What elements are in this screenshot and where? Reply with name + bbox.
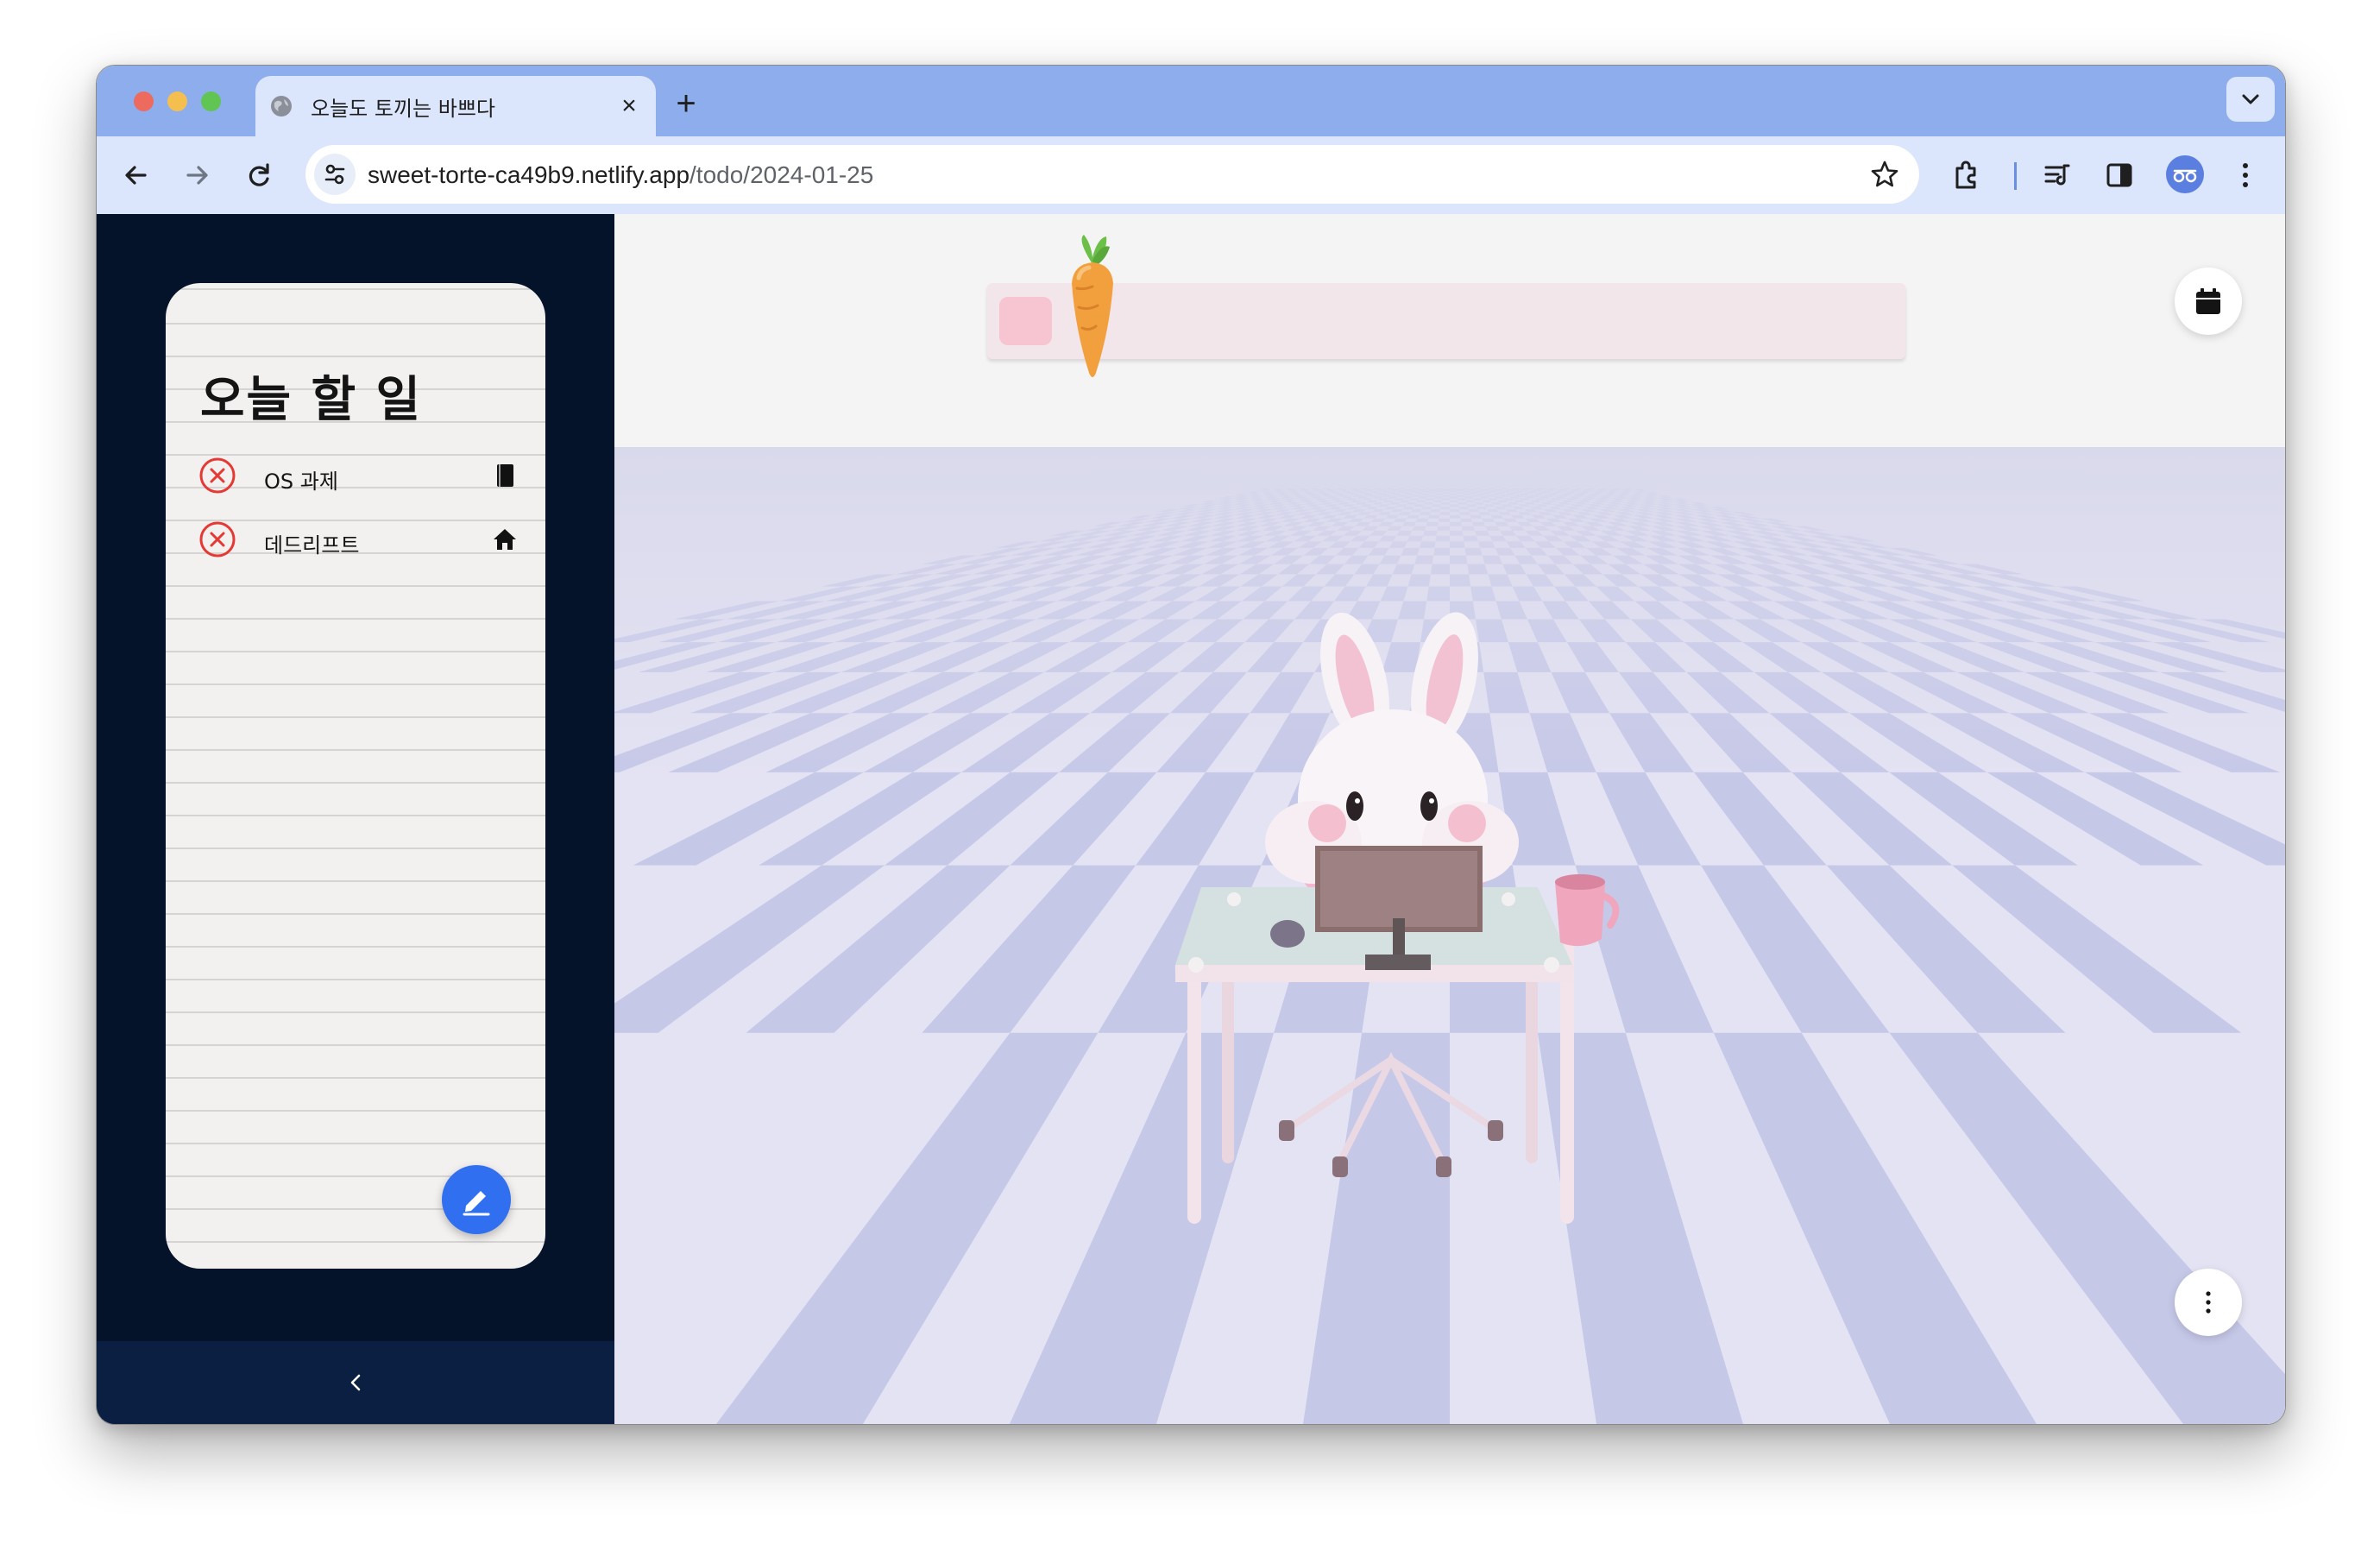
calendar-button[interactable] bbox=[2175, 268, 2242, 335]
x-circle-icon[interactable] bbox=[198, 457, 236, 495]
more-options-button[interactable] bbox=[2175, 1269, 2242, 1336]
address-bar[interactable]: sweet-torte-ca49b9.netlify.app/todo/2024… bbox=[305, 145, 1919, 204]
room-scene[interactable] bbox=[614, 214, 2285, 1424]
calendar-icon bbox=[2196, 288, 2220, 314]
back-icon[interactable] bbox=[114, 153, 159, 198]
forward-icon[interactable] bbox=[174, 153, 219, 198]
side-panel-icon[interactable] bbox=[2097, 153, 2142, 198]
collapse-sidebar-button[interactable] bbox=[338, 1365, 373, 1400]
todo-label: OS 과제 bbox=[264, 469, 338, 494]
url-text: sweet-torte-ca49b9.netlify.app/todo/2024… bbox=[368, 161, 873, 189]
book-icon bbox=[497, 464, 513, 487]
close-window-button[interactable] bbox=[134, 91, 154, 111]
active-tab[interactable]: 오늘도 토끼는 바쁘다 × bbox=[255, 76, 656, 136]
carrot-icon bbox=[1072, 235, 1113, 377]
tab-close-button[interactable]: × bbox=[616, 93, 642, 119]
progress-fill bbox=[999, 297, 1052, 345]
home-icon bbox=[494, 529, 516, 550]
bunny-desk-illustration bbox=[1174, 612, 1620, 1224]
mug bbox=[1555, 874, 1620, 947]
progress-bar bbox=[987, 235, 1905, 377]
reload-icon[interactable] bbox=[236, 153, 281, 198]
maximize-window-button[interactable] bbox=[201, 91, 221, 111]
kebab-menu-icon[interactable] bbox=[2223, 153, 2268, 198]
profile-avatar[interactable] bbox=[2166, 155, 2204, 193]
todo-sidebar: 오늘 할 일 OS 과제 데드리프트 bbox=[97, 214, 614, 1424]
tab-bar: 오늘도 토끼는 바쁘다 × + bbox=[97, 66, 2285, 136]
x-circle-icon[interactable] bbox=[198, 520, 236, 558]
tab-search-button[interactable] bbox=[2226, 77, 2275, 122]
url-path: /todo/2024-01-25 bbox=[689, 161, 874, 188]
chevron-down-icon bbox=[2242, 94, 2259, 104]
toolbar-divider bbox=[2014, 162, 2017, 190]
incognito-glasses-icon bbox=[2173, 169, 2197, 183]
todo-item[interactable]: OS 과제 bbox=[198, 454, 518, 497]
browser-window: 오늘도 토끼는 바쁘다 × + sweet-torte-ca49b9.netli… bbox=[96, 65, 2286, 1425]
site-info-icon bbox=[324, 164, 345, 185]
star-icon[interactable] bbox=[1869, 159, 1900, 190]
mouse bbox=[1270, 920, 1305, 948]
url-host: sweet-torte-ca49b9.netlify.app bbox=[368, 161, 690, 188]
new-tab-button[interactable]: + bbox=[671, 86, 701, 121]
pencil-icon bbox=[463, 1191, 490, 1216]
tab-title: 오늘도 토끼는 바쁘다 bbox=[311, 97, 495, 121]
reading-list-icon[interactable] bbox=[2035, 153, 2080, 198]
todo-title: 오늘 할 일 bbox=[200, 372, 423, 428]
office-chair bbox=[1279, 1052, 1503, 1177]
sidebar-footer bbox=[97, 1341, 614, 1424]
edit-todo-button[interactable] bbox=[442, 1165, 511, 1234]
minimize-window-button[interactable] bbox=[167, 91, 187, 111]
globe-icon bbox=[271, 96, 292, 117]
page-content: 오늘 할 일 OS 과제 데드리프트 bbox=[97, 214, 2285, 1424]
extensions-icon[interactable] bbox=[1945, 153, 1990, 198]
todo-notepad: 오늘 할 일 OS 과제 데드리프트 bbox=[166, 283, 545, 1269]
browser-toolbar: sweet-torte-ca49b9.netlify.app/todo/2024… bbox=[97, 136, 2285, 214]
vertical-dots-icon bbox=[2206, 1291, 2211, 1314]
site-info-button[interactable] bbox=[314, 154, 356, 195]
todo-label: 데드리프트 bbox=[264, 533, 360, 558]
todo-item[interactable]: 데드리프트 bbox=[198, 518, 518, 561]
